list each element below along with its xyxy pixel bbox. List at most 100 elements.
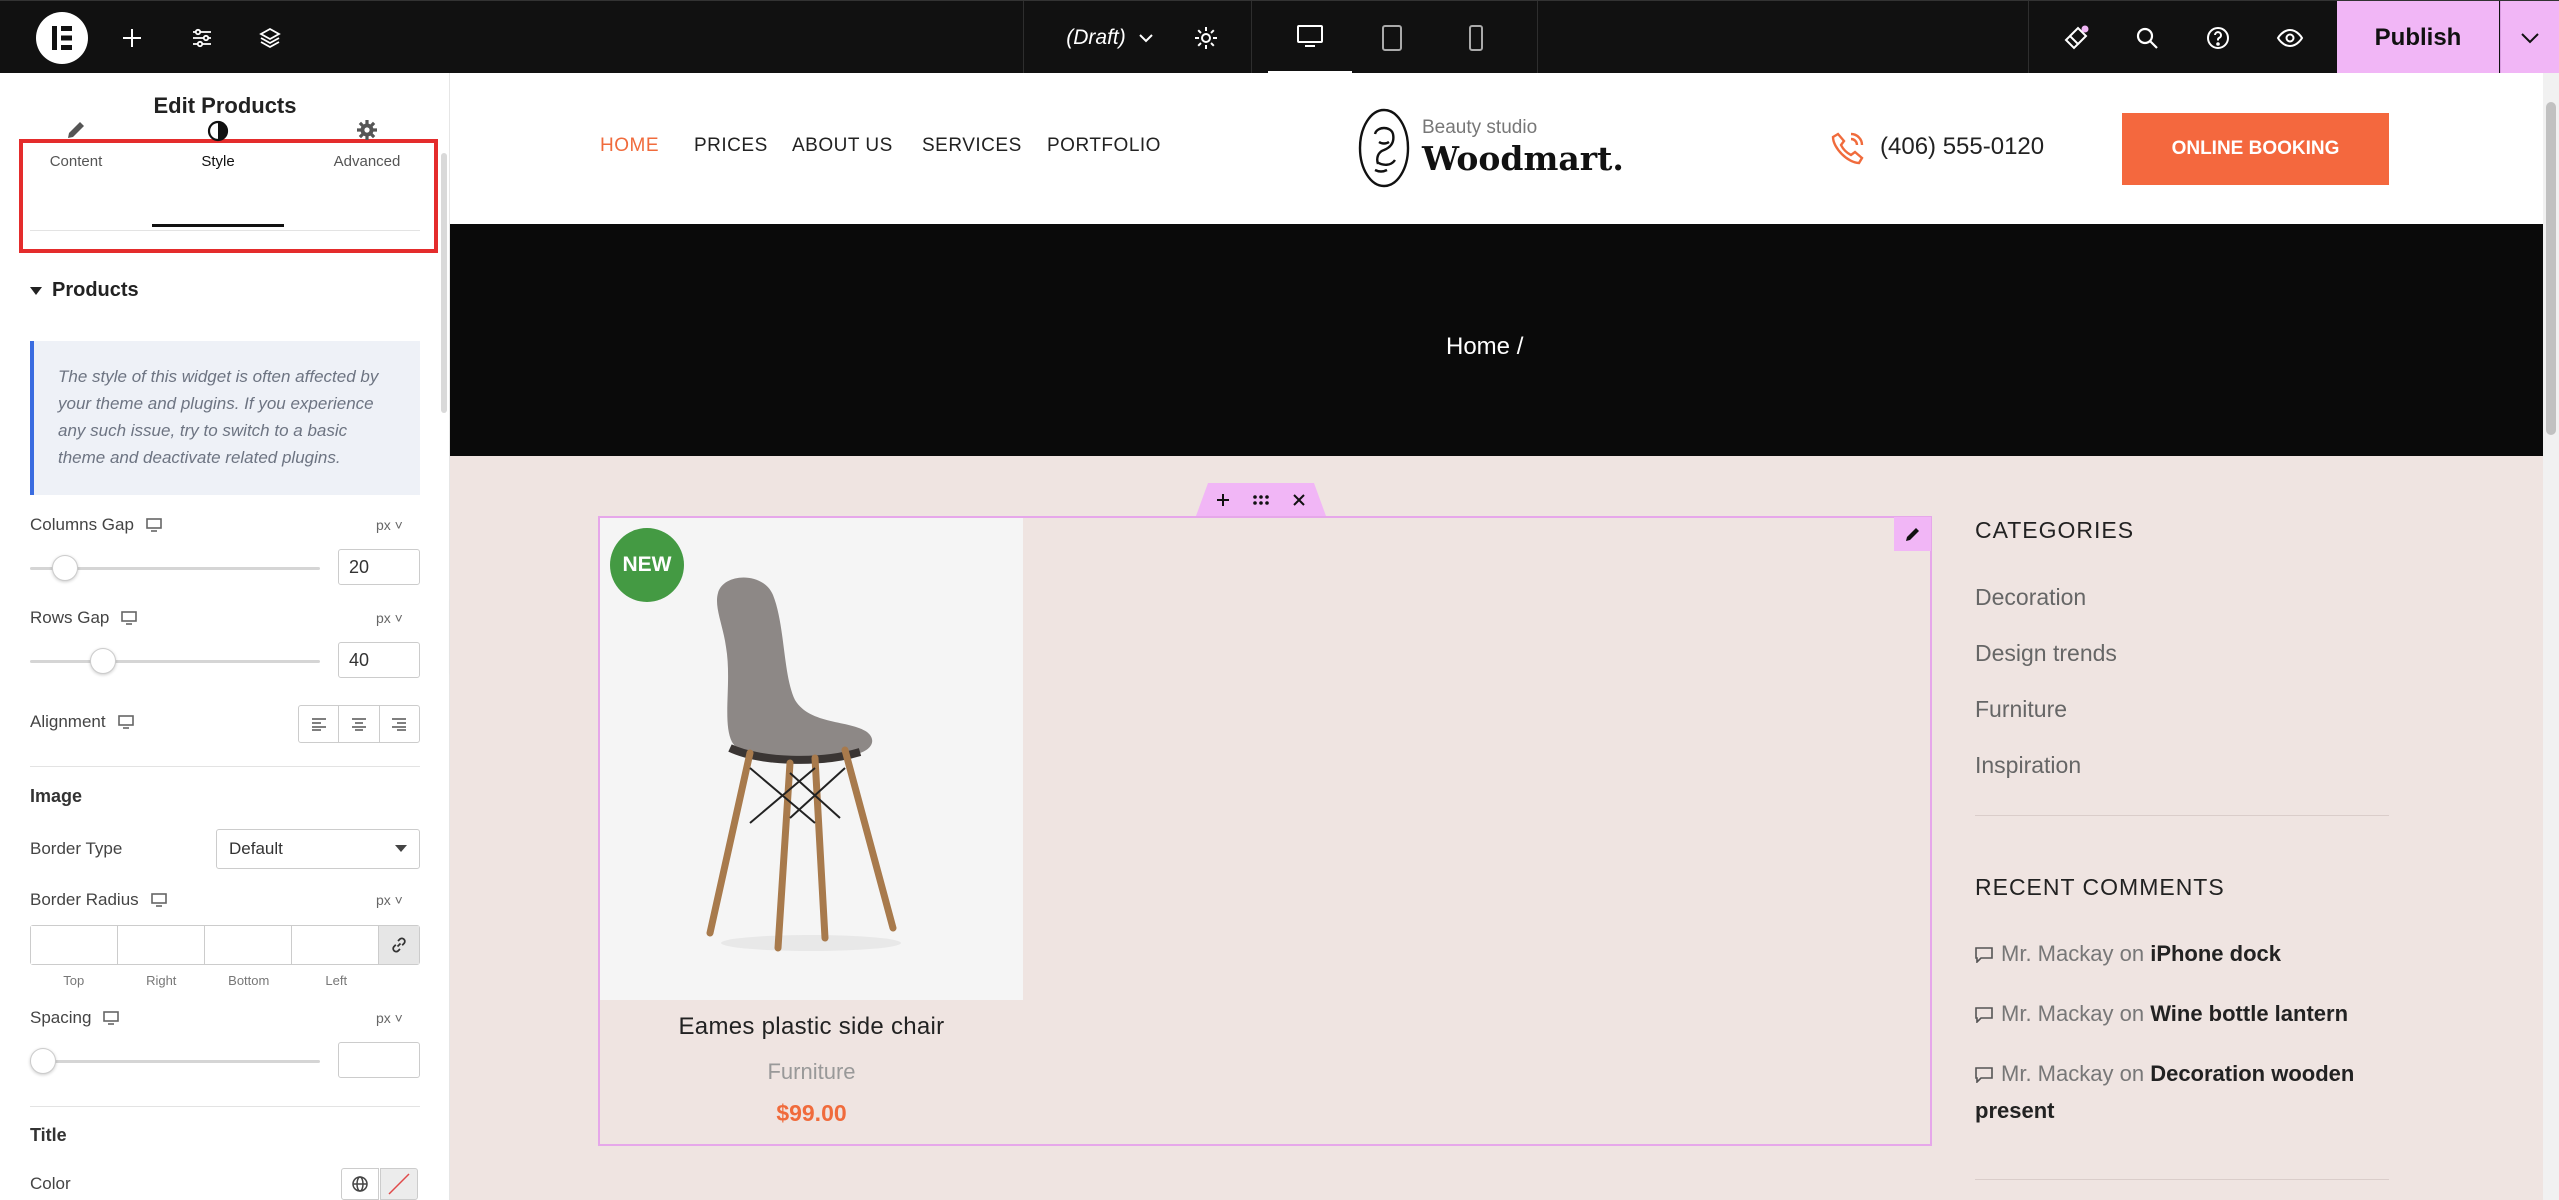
phone-number[interactable]: (406) 555-0120 — [1880, 133, 2044, 161]
radius-side-labels: Top Right Bottom Left — [63, 973, 348, 988]
comment-item: Mr. Mackay on Wine bottle lantern — [1975, 995, 2395, 1032]
gear-icon — [356, 119, 378, 141]
border-type-label: Border Type — [30, 839, 123, 858]
rows-gap-slider-handle[interactable] — [89, 648, 116, 674]
desktop-icon[interactable] — [117, 715, 134, 729]
category-link[interactable]: Inspiration — [1975, 752, 2081, 779]
tab-style[interactable]: Style — [153, 103, 283, 179]
desktop-icon[interactable] — [150, 893, 167, 907]
desktop-icon[interactable] — [146, 518, 162, 532]
radius-left-input[interactable] — [292, 926, 379, 964]
style-notice: The style of this widget is often affect… — [30, 341, 420, 495]
logo-subtitle: Beauty studio — [1422, 117, 1538, 138]
nav-about-us[interactable]: ABOUT US — [792, 135, 893, 157]
page-settings-icon[interactable] — [1186, 1, 1226, 74]
comment-item: Mr. Mackay on iPhone dock — [1975, 935, 2395, 972]
preview-scrollbar-thumb[interactable] — [2546, 102, 2556, 435]
structure-layers-icon[interactable] — [250, 1, 290, 74]
global-colors-icon[interactable] — [341, 1168, 379, 1200]
nav-services[interactable]: SERVICES — [922, 135, 1022, 157]
product-category[interactable]: Furniture — [600, 1059, 1023, 1085]
border-radius-inputs — [30, 925, 420, 965]
columns-gap-unit[interactable]: px ˅ — [376, 517, 403, 533]
category-link[interactable]: Design trends — [1975, 640, 2117, 667]
draft-dropdown[interactable]: (Draft) — [1050, 1, 1170, 74]
site-header: HOME PRICES ABOUT US SERVICES PORTFOLIO … — [450, 73, 2543, 224]
tab-advanced-label: Advanced — [333, 153, 401, 170]
tab-advanced[interactable]: Advanced — [302, 103, 432, 179]
phone-icon — [1830, 130, 1866, 166]
border-type-select[interactable]: Default — [216, 829, 420, 869]
rows-gap-slider[interactable] — [30, 660, 320, 663]
desktop-icon[interactable] — [121, 611, 138, 625]
color-picker-empty-swatch[interactable] — [380, 1168, 418, 1200]
title-heading: Title — [30, 1125, 67, 1145]
rows-gap-unit[interactable]: px ˅ — [376, 610, 403, 626]
tab-style-label: Style — [201, 153, 235, 170]
publish-button[interactable]: Publish — [2337, 1, 2499, 74]
pencil-icon — [1905, 528, 1919, 541]
category-link[interactable]: Furniture — [1975, 696, 2067, 723]
elementor-logo-icon[interactable] — [34, 1, 90, 74]
close-icon[interactable] — [1292, 493, 1306, 507]
radius-bottom-input[interactable] — [205, 926, 292, 964]
category-link[interactable]: Decoration — [1975, 584, 2086, 611]
tab-content-label: Content — [49, 153, 103, 170]
preview-eye-icon[interactable] — [2270, 1, 2310, 74]
comment-post-link[interactable]: iPhone dock — [2150, 941, 2281, 966]
divider — [1975, 1179, 2389, 1180]
drag-handle-icon[interactable] — [1252, 494, 1270, 506]
spacing-slider-handle[interactable] — [30, 1048, 56, 1074]
help-icon[interactable] — [2198, 1, 2238, 74]
product-title[interactable]: Eames plastic side chair — [600, 1013, 1023, 1041]
tablet-view-icon[interactable] — [1372, 1, 1412, 74]
add-icon[interactable] — [1216, 493, 1230, 507]
spacing-slider[interactable] — [30, 1060, 320, 1063]
divider — [30, 766, 420, 767]
columns-gap-label: Columns Gap — [30, 515, 134, 534]
recent-comments-heading: RECENT COMMENTS — [1975, 874, 2225, 900]
site-settings-icon[interactable] — [182, 1, 222, 74]
align-right-icon[interactable] — [380, 706, 419, 742]
search-icon[interactable] — [2127, 1, 2167, 74]
radius-top-input[interactable] — [31, 926, 118, 964]
border-radius-unit[interactable]: px ˅ — [376, 892, 403, 908]
image-heading: Image — [30, 786, 83, 806]
tab-content[interactable]: Content — [11, 103, 141, 179]
spacing-label: Spacing — [30, 1008, 92, 1027]
link-values-icon[interactable] — [379, 926, 419, 964]
edit-widget-button[interactable] — [1894, 517, 1931, 551]
rows-gap-input[interactable]: 40 — [338, 642, 420, 678]
columns-gap-slider-handle[interactable] — [51, 555, 78, 581]
nav-portfolio[interactable]: PORTFOLIO — [1047, 135, 1161, 157]
breadcrumb[interactable]: Home / — [1446, 333, 1523, 361]
radius-right-input[interactable] — [118, 926, 205, 964]
align-left-icon[interactable] — [299, 706, 340, 742]
section-products-toggle[interactable]: Products — [30, 279, 139, 302]
notifications-megaphone-icon[interactable] — [2056, 1, 2096, 74]
comment-icon — [1975, 1067, 1993, 1083]
spacing-unit[interactable]: px ˅ — [376, 1010, 403, 1026]
draft-label: (Draft) — [1066, 25, 1126, 49]
nav-home[interactable]: HOME — [600, 135, 659, 157]
divider — [30, 230, 420, 231]
spacing-input[interactable] — [338, 1042, 420, 1078]
logo-emblem-icon[interactable] — [1357, 106, 1411, 190]
border-radius-label-row: Border Radius — [30, 890, 167, 910]
publish-options-button[interactable] — [2500, 1, 2559, 74]
mobile-view-icon[interactable] — [1456, 1, 1496, 74]
add-element-icon[interactable] — [112, 1, 152, 74]
panel-scrollbar[interactable] — [441, 153, 447, 413]
logo-wordmark[interactable]: Woodmart. — [1422, 139, 1624, 178]
pencil-icon — [65, 119, 87, 141]
desktop-view-icon[interactable] — [1268, 1, 1352, 74]
nav-prices[interactable]: PRICES — [694, 135, 768, 157]
new-badge: NEW — [610, 528, 684, 602]
desktop-icon[interactable] — [103, 1011, 120, 1025]
online-booking-button[interactable]: ONLINE BOOKING — [2122, 113, 2389, 185]
align-center-icon[interactable] — [339, 706, 380, 742]
categories-heading: CATEGORIES — [1975, 517, 2135, 543]
columns-gap-input[interactable]: 20 — [338, 549, 420, 585]
comment-post-link[interactable]: Wine bottle lantern — [2150, 1001, 2348, 1026]
color-label: Color — [30, 1174, 71, 1193]
